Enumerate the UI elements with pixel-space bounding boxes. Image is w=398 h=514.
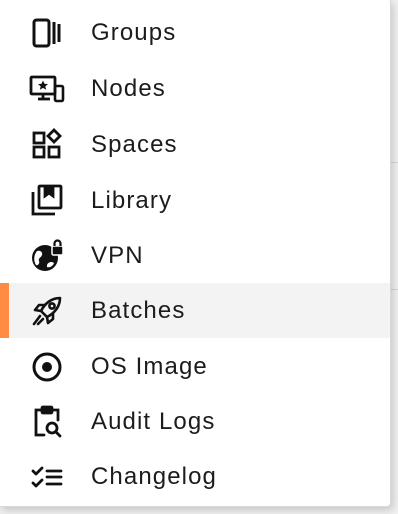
menu-item-label: Nodes: [91, 74, 166, 102]
menu-item-label: Groups: [91, 18, 177, 46]
navigation-menu: Groups Nodes Spaces Library VPN Batches …: [0, 0, 391, 507]
rocket-icon: [28, 292, 66, 330]
menu-item-groups[interactable]: Groups: [0, 5, 390, 60]
menu-item-label: Audit Logs: [91, 407, 216, 435]
menu-item-label: Batches: [91, 296, 186, 324]
groups-icon: [28, 14, 66, 52]
nodes-icon: [28, 70, 66, 108]
library-icon: [28, 182, 66, 220]
menu-item-label: Library: [91, 186, 173, 214]
spaces-icon: [28, 126, 66, 164]
menu-item-os-image[interactable]: OS Image: [0, 339, 390, 394]
menu-item-label: Changelog: [91, 462, 217, 490]
menu-item-spaces[interactable]: Spaces: [0, 117, 390, 172]
menu-item-nodes[interactable]: Nodes: [0, 61, 390, 116]
menu-item-label: OS Image: [91, 352, 208, 380]
menu-item-vpn[interactable]: VPN: [0, 228, 390, 283]
vpn-icon: [28, 237, 66, 275]
os-image-icon: [28, 348, 66, 386]
audit-logs-icon: [28, 403, 66, 441]
menu-item-batches[interactable]: Batches: [0, 283, 390, 338]
menu-item-library[interactable]: Library: [0, 173, 390, 228]
menu-item-label: VPN: [91, 241, 144, 269]
app-background: Groups Nodes Spaces Library VPN Batches …: [0, 0, 398, 514]
menu-item-label: Spaces: [91, 130, 178, 158]
menu-item-audit-logs[interactable]: Audit Logs: [0, 394, 390, 449]
menu-item-changelog[interactable]: Changelog: [0, 449, 390, 504]
changelog-icon: [28, 458, 66, 496]
